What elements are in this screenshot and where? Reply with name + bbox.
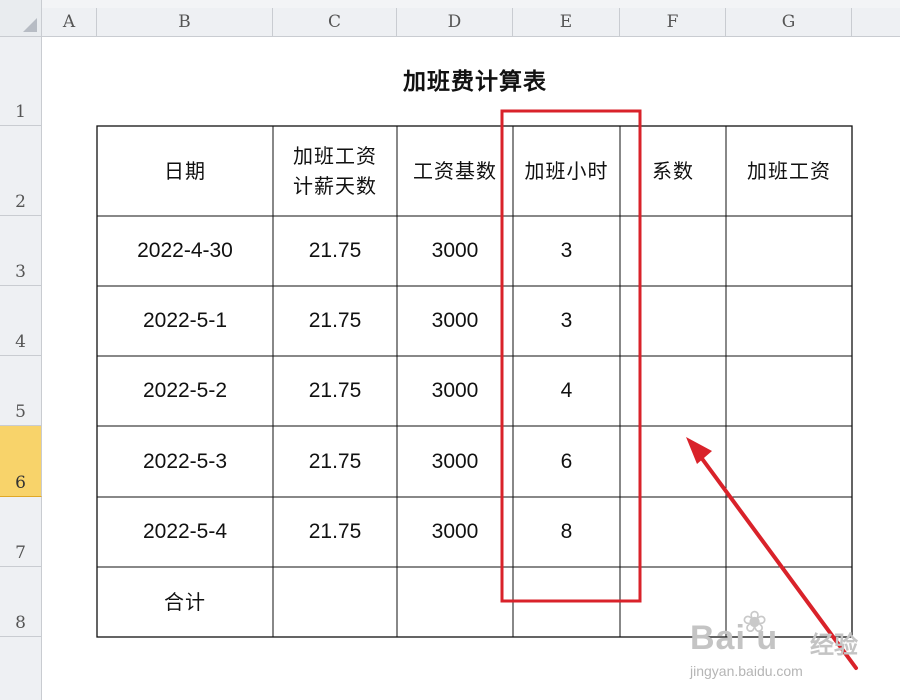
watermark-chinese: 经验 <box>810 631 858 659</box>
watermark-url: jingyan.baidu.com <box>690 663 803 679</box>
annotation-arrowhead-icon <box>686 437 712 464</box>
baidu-watermark: Bai u ❀ 经验 jingyan.baidu.com <box>690 605 890 695</box>
highlight-box <box>500 109 642 603</box>
annotation-layer <box>500 109 858 670</box>
paw-icon: ❀ <box>742 605 768 640</box>
